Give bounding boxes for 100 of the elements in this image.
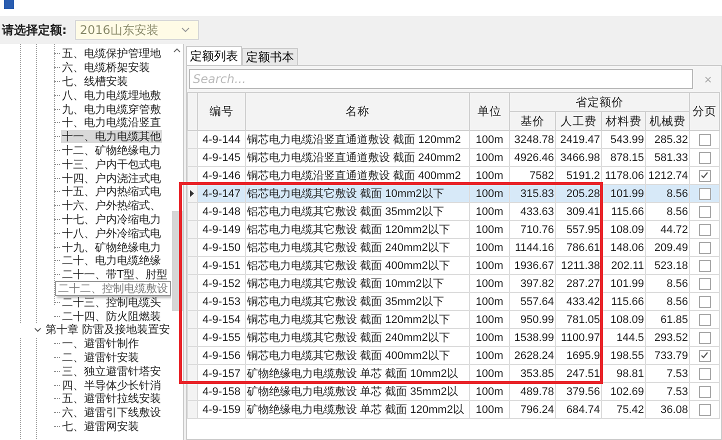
- tree-item[interactable]: 十四、户内浇注式电: [61, 172, 162, 185]
- table-cell: 100m: [470, 310, 510, 328]
- tree-item[interactable]: 五、电缆保护管理地: [61, 47, 162, 60]
- tree-item[interactable]: 五、避雷针拉线安装: [61, 392, 162, 406]
- table-cell: 543.99: [602, 130, 646, 148]
- column-header[interactable]: 编号: [198, 92, 246, 130]
- table-row[interactable]: 4-9-147 铝芯电力电缆其它敷设 截面 10mm2以下 100m 315.83 205.28 101.99 8.56: [188, 184, 720, 202]
- table-cell: 950.99: [510, 310, 556, 328]
- column-header[interactable]: 分页: [690, 92, 720, 130]
- table-cell: 矿物绝缘电力电缆敷设 单芯 截面 120mm2以: [246, 400, 470, 418]
- column-header[interactable]: 材料费: [602, 112, 646, 130]
- table-cell: 397.82: [510, 274, 556, 292]
- table-cell: 100m: [470, 238, 510, 256]
- tree-item[interactable]: 六、避雷引下线敷设: [61, 406, 162, 420]
- checkbox[interactable]: [698, 242, 710, 254]
- tree-item[interactable]: 十五、户内热缩式电: [61, 185, 162, 198]
- table-cell: 矿物绝缘电力电缆敷设 单芯 截面 35mm2以: [246, 382, 470, 400]
- tree-item[interactable]: 第十章 防雷及接地装置安: [44, 323, 171, 336]
- table-cell: 101.99: [602, 274, 646, 292]
- checkbox[interactable]: [698, 332, 710, 344]
- search-field[interactable]: Search...: [189, 69, 693, 89]
- tree-item[interactable]: 十八、户外冷缩式电: [61, 226, 162, 240]
- table-row[interactable]: 4-9-155 铜芯电力电缆其它敷设 截面 240mm2以下 100m 1538.99 1100.97 144.5 293.52: [188, 328, 720, 346]
- tree-item[interactable]: 二、避雷针安装: [61, 350, 140, 364]
- tree-item[interactable]: 十六、户外热缩式、: [61, 199, 162, 212]
- tab[interactable]: 定额书本: [242, 48, 298, 65]
- checkbox[interactable]: [698, 206, 710, 218]
- table-cell: 4-9-152: [198, 274, 246, 292]
- table-cell: 100m: [470, 328, 510, 346]
- table-cell: 710.76: [510, 220, 556, 238]
- scroll-up-icon[interactable]: [173, 48, 181, 53]
- table-row[interactable]: 4-9-157 矿物绝缘电力电缆敷设 单芯 截面 10mm2以 100m 353.85 247.51 98.81 7.53: [188, 364, 720, 382]
- tree-item[interactable]: 九、电力电缆穿管敷: [61, 102, 162, 116]
- tree-item[interactable]: 十、电力电缆沿竖直: [61, 116, 162, 130]
- column-header[interactable]: 基价: [510, 112, 556, 130]
- column-header[interactable]: 单位: [470, 92, 510, 130]
- tree-item[interactable]: 十二、矿物绝缘电力: [61, 144, 162, 157]
- table-cell: 3466.98: [556, 148, 602, 166]
- table-row[interactable]: 4-9-158 矿物绝缘电力电缆敷设 单芯 截面 35mm2以 100m 489.78 379.56 102.69 7.53: [188, 382, 720, 400]
- table-row[interactable]: 4-9-148 铝芯电力电缆其它敷设 截面 35mm2以下 100m 433.63 309.41 115.66 8.56: [188, 202, 720, 220]
- table-row[interactable]: 4-9-152 铜芯电力电缆其它敷设 截面 10mm2以下 100m 397.82 287.27 101.99 8.56: [188, 274, 720, 292]
- checkbox[interactable]: [698, 152, 710, 164]
- table-cell: 115.66: [602, 292, 646, 310]
- table-cell: 796.24: [510, 400, 556, 418]
- table-row[interactable]: 4-9-153 铜芯电力电缆其它敷设 截面 35mm2以下 100m 557.64 433.42 115.66 8.56: [188, 292, 720, 310]
- checkbox[interactable]: [698, 404, 710, 416]
- tree-item[interactable]: 二十、电力电缆绝缘: [61, 254, 162, 268]
- table-cell: 100m: [470, 400, 510, 418]
- tree-item[interactable]: 十七、户内冷缩电力: [61, 212, 162, 226]
- table-row[interactable]: 4-9-145 铜芯电力电缆沿竖直通道敷设 截面 240mm2 100m 4926.46 3466.98 878.15 581.33: [188, 148, 720, 166]
- checkbox[interactable]: [698, 296, 710, 308]
- checkbox[interactable]: [698, 134, 710, 146]
- table-cell: 557.64: [510, 292, 556, 310]
- table-row[interactable]: 4-9-144 铜芯电力电缆沿竖直通道敷设 截面 120mm2 100m 3248.78 2419.47 543.99 285.32: [188, 130, 720, 148]
- tree-item[interactable]: 八、电力电缆埋地敷: [61, 88, 162, 102]
- table-row[interactable]: 4-9-150 铝芯电力电缆其它敷设 截面 240mm2以下 100m 1144.16 786.61 148.06 209.49: [188, 238, 720, 256]
- table-cell: 36.08: [646, 400, 690, 418]
- checkbox[interactable]: [698, 386, 710, 398]
- checkbox[interactable]: [698, 260, 710, 272]
- table-row[interactable]: 4-9-156 铜芯电力电缆其它敷设 截面 400mm2以下 100m 2628.24 1695.9 198.55 733.79: [188, 346, 720, 364]
- column-group-header: 省定额价: [510, 92, 690, 112]
- table-cell: 108.09: [602, 220, 646, 238]
- tree-item[interactable]: 七、避雷网安装: [61, 420, 140, 433]
- tree-item[interactable]: 十一、电力电缆其他: [61, 130, 162, 144]
- tree-item[interactable]: 三、独立避雷针塔安: [61, 364, 162, 378]
- tree-item[interactable]: 二十三、控制电缆头: [61, 296, 162, 309]
- table-row[interactable]: 4-9-159 矿物绝缘电力电缆敷设 单芯 截面 120mm2以 100m 796.24 684.74 75.42 36.08: [188, 400, 720, 418]
- table-cell: 315.83: [510, 184, 556, 202]
- tab[interactable]: 定额列表: [186, 46, 242, 65]
- table-cell: 202.11: [602, 256, 646, 274]
- checkbox[interactable]: [698, 170, 710, 182]
- table-cell: 7.53: [646, 364, 690, 382]
- table-row[interactable]: 4-9-151 铝芯电力电缆其它敷设 截面 400mm2以下 100m 1936.67 1211.38 202.11 523.18: [188, 256, 720, 274]
- table-cell: 8.56: [646, 202, 690, 220]
- table-cell: 8.56: [646, 292, 690, 310]
- checkbox[interactable]: [698, 368, 710, 380]
- tree-item[interactable]: 六、电缆桥架安装: [61, 61, 151, 74]
- tree-item[interactable]: 一、避雷针制作: [61, 337, 140, 350]
- tree-item[interactable]: 二十二、控制电缆敷设: [55, 280, 171, 296]
- tree-item[interactable]: 十九、矿物绝缘电力: [61, 240, 162, 254]
- current-row-icon: [190, 190, 194, 196]
- table-cell: 铜芯电力电缆沿竖直通道敷设 截面 240mm2: [246, 148, 470, 166]
- table-row[interactable]: 4-9-149 铝芯电力电缆其它敷设 截面 120mm2以下 100m 710.76 557.95 108.09 44.72: [188, 220, 720, 238]
- tree-item[interactable]: 四、半导体少长针消: [61, 378, 162, 392]
- chevron-down-icon[interactable]: [34, 326, 42, 333]
- tree-item[interactable]: 二十四、防火阻燃装: [61, 310, 162, 323]
- tree-item[interactable]: 七、线槽安装: [61, 74, 129, 88]
- tree-item[interactable]: 二十一、带T型、肘型: [61, 268, 169, 282]
- table-cell: 102.69: [602, 382, 646, 400]
- column-header[interactable]: 机械费: [646, 112, 690, 130]
- chevron-down-icon: [180, 27, 190, 33]
- column-header[interactable]: 名称: [246, 92, 470, 130]
- table-row[interactable]: 4-9-154 铜芯电力电缆其它敷设 截面 120mm2以下 100m 950.99 781.05 108.09 61.85: [188, 310, 720, 328]
- checkbox[interactable]: [698, 314, 710, 326]
- checkbox[interactable]: [698, 188, 710, 200]
- checkbox[interactable]: [698, 278, 710, 290]
- tree-item[interactable]: 十三、户内干包式电: [61, 158, 162, 171]
- column-header[interactable]: 人工费: [556, 112, 602, 130]
- checkbox[interactable]: [698, 350, 710, 362]
- checkbox[interactable]: [698, 224, 710, 236]
